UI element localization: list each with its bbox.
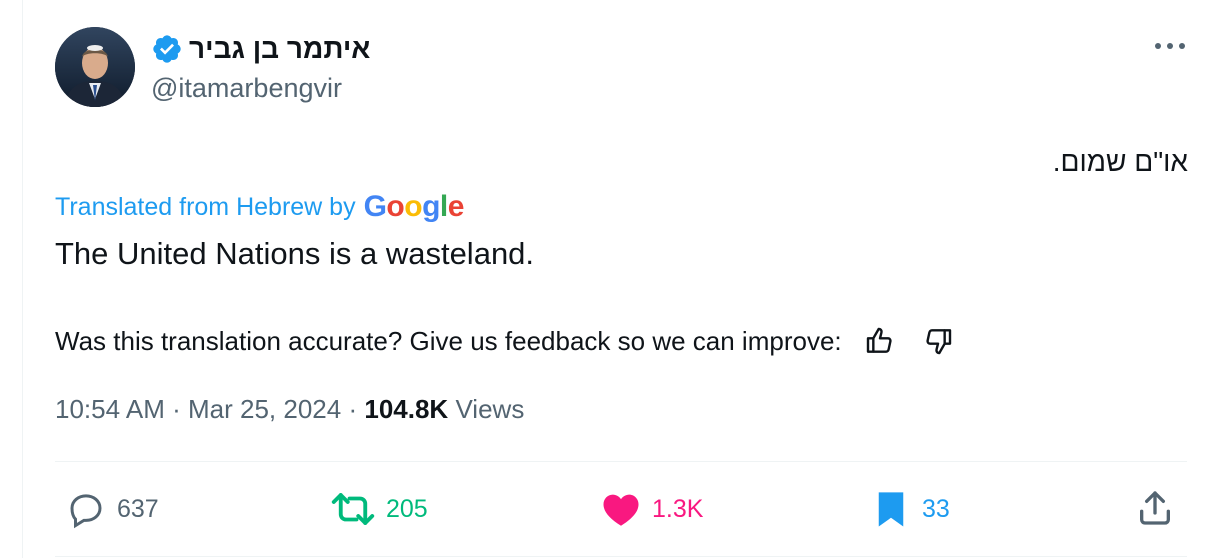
tweet-header: איתמר בן גביר @itamarbengvir — [55, 25, 1190, 110]
feedback-prompt: Was this translation accurate? Give us f… — [55, 326, 842, 356]
bookmark-icon — [878, 492, 904, 527]
meta-separator: · — [348, 394, 358, 424]
author-handle[interactable]: @itamarbengvir — [151, 71, 370, 105]
retweet-icon — [331, 493, 375, 525]
thumbs-up-icon[interactable] — [862, 323, 898, 359]
left-border — [22, 0, 23, 558]
tweet-meta: 10:54 AM · Mar 25, 2024 · 104.8K Views — [55, 392, 524, 426]
translated-text: The United Nations is a wasteland. — [55, 236, 535, 271]
tweet-time[interactable]: 10:54 AM — [55, 394, 165, 424]
reply-icon — [70, 494, 102, 529]
author-block: איתמר בן גביר @itamarbengvir — [151, 33, 370, 105]
bookmark-count: 33 — [922, 494, 950, 523]
share-button[interactable] — [1135, 488, 1175, 528]
avatar[interactable] — [55, 27, 135, 107]
like-count: 1.3K — [652, 494, 704, 523]
more-options-icon[interactable] — [1150, 31, 1190, 61]
verified-badge-icon[interactable] — [151, 33, 183, 65]
thumbs-down-icon[interactable] — [920, 323, 956, 359]
action-bar: 637 205 1.3K 33 — [55, 480, 1187, 540]
translated-label: Translated from Hebrew by — [55, 192, 356, 221]
bookmark-button[interactable]: 33 — [870, 488, 950, 530]
views-label: Views — [455, 394, 525, 424]
divider-top — [55, 461, 1187, 462]
author-name-row[interactable]: איתמר בן גביר — [151, 33, 370, 65]
like-button[interactable]: 1.3K — [600, 488, 703, 530]
meta-separator: · — [172, 394, 181, 424]
reply-button[interactable]: 637 — [65, 488, 159, 530]
heart-icon — [603, 494, 639, 526]
reply-count: 637 — [117, 494, 159, 523]
views-count[interactable]: 104.8K — [364, 394, 448, 424]
tweet-date[interactable]: Mar 25, 2024 — [188, 394, 341, 424]
translation-feedback: Was this translation accurate? Give us f… — [55, 323, 956, 359]
original-tweet-text: או"ם שמום. — [1052, 146, 1188, 177]
google-logo: Google — [363, 190, 465, 223]
divider-bottom — [55, 556, 1187, 557]
author-display-name[interactable]: איתמר בן גביר — [189, 33, 370, 65]
share-icon — [1140, 491, 1170, 525]
translation-attribution: Translated from Hebrew by Google — [55, 190, 464, 224]
retweet-button[interactable]: 205 — [330, 488, 428, 530]
retweet-count: 205 — [386, 494, 428, 523]
